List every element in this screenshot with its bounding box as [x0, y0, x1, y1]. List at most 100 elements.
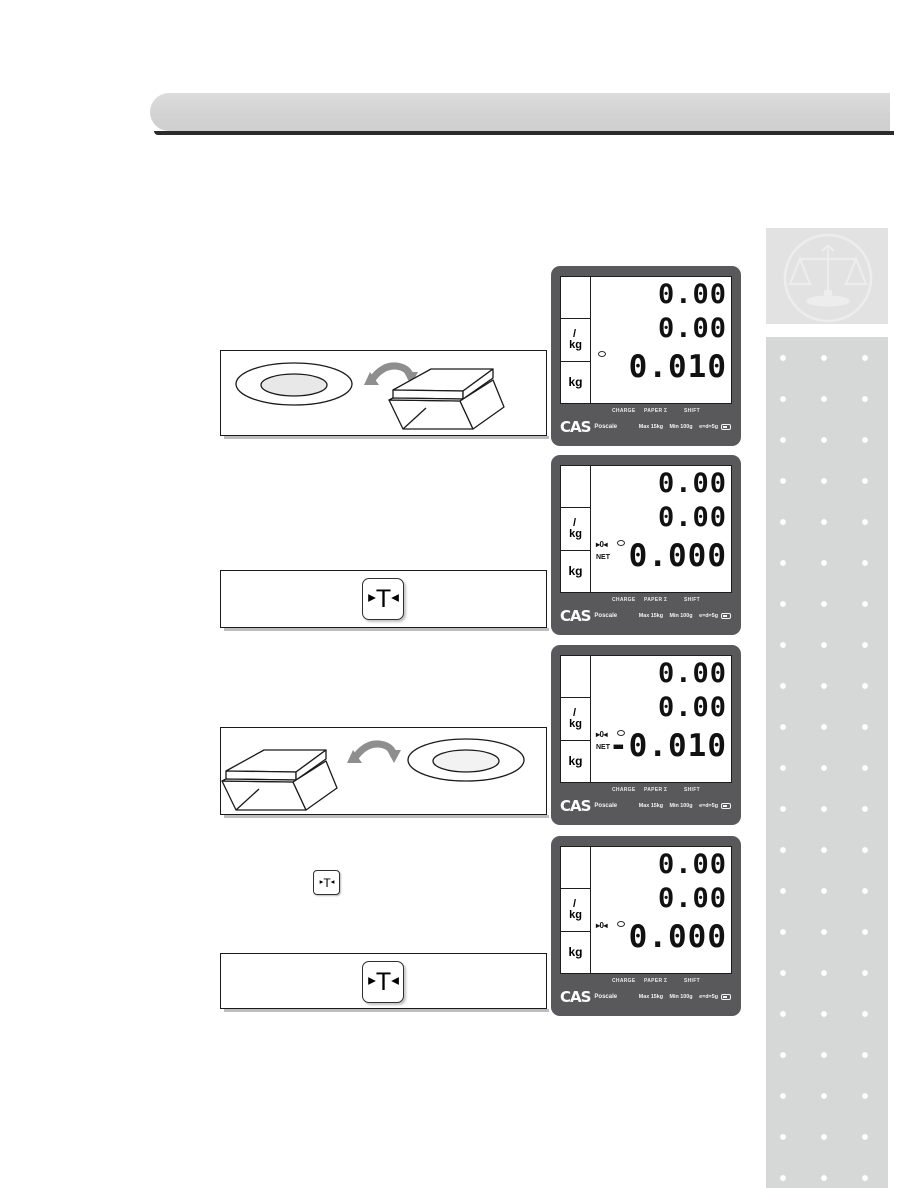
tare-button-step-4[interactable]: ▸ T ◂ — [362, 961, 404, 1003]
fn-paper-label: PAPER — [644, 977, 663, 984]
unit-column: / kg kg — [561, 277, 591, 403]
brand-logo: CAS — [560, 988, 591, 1006]
weight-value: 0.000 — [628, 919, 727, 955]
model-label: Poscale — [594, 424, 618, 430]
unit-cell-unitprice: / kg — [561, 889, 590, 932]
fn-shift-label: SHIFT — [684, 596, 700, 603]
fn-shift-label: SHIFT — [684, 407, 700, 414]
fn-paper-label: PAPER — [644, 786, 663, 793]
unit-cell-weight: kg — [568, 754, 583, 769]
tare-letter: T — [375, 967, 391, 996]
plate-placed-onto-scale-illustration — [235, 362, 505, 430]
tare-arrow-right-icon: ◂ — [330, 876, 335, 886]
spec-max: Max 15kg — [638, 613, 664, 619]
tare-arrow-right-icon: ◂ — [391, 972, 399, 990]
plate-shape — [235, 362, 353, 406]
unit-cell-weight: kg — [568, 564, 583, 579]
tare-arrow-right-icon: ◂ — [391, 589, 399, 607]
zero-indicator: ▸0◂ — [596, 540, 607, 549]
spec-ed: e=d=5g — [699, 424, 718, 430]
manual-page: ▸ T ◂ ▸ T ◂ ▸ T ◂ / kg kg 0.00 0.00 0.01… — [0, 0, 918, 1188]
balance-scale-icon — [783, 233, 873, 323]
fn-charge-label: CHARGE — [612, 407, 636, 414]
fn-shift-label: SHIFT — [684, 977, 700, 984]
plate-removed-from-scale-illustration — [221, 738, 525, 811]
model-label: Poscale — [594, 803, 618, 809]
zero-indicator: ▸0◂ — [596, 730, 607, 739]
scale-display-2: / kg kg 0.00 0.00 0.000 ▸0◂ NET CHARGE P… — [551, 455, 741, 635]
stable-indicator — [598, 351, 606, 357]
scale-display-1: / kg kg 0.00 0.00 0.010 CHARGE PAPER Σ S… — [551, 266, 741, 446]
lcd-screen: 0.00 0.00 0.010 — [591, 277, 731, 403]
spec-label: Max 15kg Min 100g e=d=5g — [634, 994, 718, 1000]
unit-cell-price — [561, 277, 590, 320]
spec-ed: e=d=5g — [699, 994, 718, 1000]
unit-cell-unitprice: / kg — [561, 508, 590, 551]
lcd-panel: / kg kg 0.00 0.00 0.000 ▸0◂ — [560, 846, 732, 974]
fn-charge-label: CHARGE — [612, 596, 636, 603]
unit-price-value: 0.00 — [657, 502, 727, 533]
fn-paper-label: PAPER — [644, 596, 663, 603]
lcd-screen: 0.00 0.00 0.000 ▸0◂ NET — [591, 466, 731, 592]
spec-min: Min 100g — [669, 994, 693, 1000]
brand-row: CAS Poscale Max 15kg Min 100g e=d=5g — [560, 796, 732, 816]
brand-row: CAS Poscale Max 15kg Min 100g e=d=5g — [560, 987, 732, 1007]
brand-row: CAS Poscale Max 15kg Min 100g e=d=5g — [560, 417, 732, 437]
tare-button-inline[interactable]: ▸ T ◂ — [313, 870, 340, 895]
page-header-bar — [150, 93, 894, 135]
spec-ed: e=d=5g — [699, 803, 718, 809]
unit-cell-weight: kg — [568, 945, 583, 960]
spec-max: Max 15kg — [638, 803, 664, 809]
unit-cell-price — [561, 466, 590, 509]
spec-min: Min 100g — [669, 613, 693, 619]
net-indicator: NET — [596, 554, 610, 561]
unit-price-value: 0.00 — [657, 883, 727, 914]
lcd-screen: 0.00 0.00 0.000 ▸0◂ — [591, 847, 731, 973]
fn-shift-label: SHIFT — [684, 786, 700, 793]
model-label: Poscale — [594, 994, 618, 1000]
brand-logo: CAS — [560, 607, 591, 625]
spec-min: Min 100g — [669, 424, 693, 430]
fn-charge-label: CHARGE — [612, 786, 636, 793]
unit-cell-unitprice: / kg — [561, 698, 590, 741]
price-total-value: 0.00 — [657, 468, 727, 499]
unit-kg-label: kg — [569, 338, 582, 351]
unit-cell-price — [561, 656, 590, 699]
unit-price-value: 0.00 — [657, 313, 727, 344]
sidebar-dot-pattern — [766, 337, 888, 1188]
sidebar-icon-panel — [766, 228, 888, 324]
spec-min: Min 100g — [669, 803, 693, 809]
plate-shape — [407, 738, 525, 782]
fn-sigma-label: Σ — [664, 596, 668, 603]
battery-icon — [721, 613, 731, 619]
tare-button-step-2[interactable]: ▸ T ◂ — [362, 578, 404, 620]
tare-arrow-left-icon: ▸ — [319, 876, 324, 886]
brand-logo: CAS — [560, 797, 591, 815]
scale-device-shape — [388, 368, 505, 430]
battery-icon — [721, 994, 731, 1000]
spec-label: Max 15kg Min 100g e=d=5g — [634, 613, 718, 619]
tare-arrow-left-icon: ▸ — [368, 972, 376, 990]
price-total-value: 0.00 — [657, 279, 727, 310]
unit-kg-label: kg — [569, 908, 582, 921]
fn-paper-label: PAPER — [644, 407, 663, 414]
unit-price-value: 0.00 — [657, 692, 727, 723]
unit-kg-label: kg — [569, 527, 582, 540]
stable-indicator — [617, 730, 625, 736]
battery-icon — [721, 803, 731, 809]
tare-letter: T — [375, 584, 391, 613]
lcd-screen: 0.00 0.00 -0.010 ▸0◂ NET — [591, 656, 731, 782]
brand-row: CAS Poscale Max 15kg Min 100g e=d=5g — [560, 606, 732, 626]
spec-label: Max 15kg Min 100g e=d=5g — [634, 803, 718, 809]
spec-max: Max 15kg — [638, 994, 664, 1000]
net-indicator: NET — [596, 744, 610, 751]
fn-charge-label: CHARGE — [612, 977, 636, 984]
function-label-row: CHARGE PAPER Σ SHIFT — [560, 783, 732, 796]
curved-arrow-right-icon — [347, 740, 401, 763]
price-total-value: 0.00 — [657, 658, 727, 689]
weight-value: 0.000 — [628, 538, 727, 574]
spec-label: Max 15kg Min 100g e=d=5g — [634, 424, 718, 430]
stable-indicator — [617, 540, 625, 546]
unit-kg-label: kg — [569, 717, 582, 730]
step-4-key-box: ▸ T ◂ — [220, 953, 549, 1012]
